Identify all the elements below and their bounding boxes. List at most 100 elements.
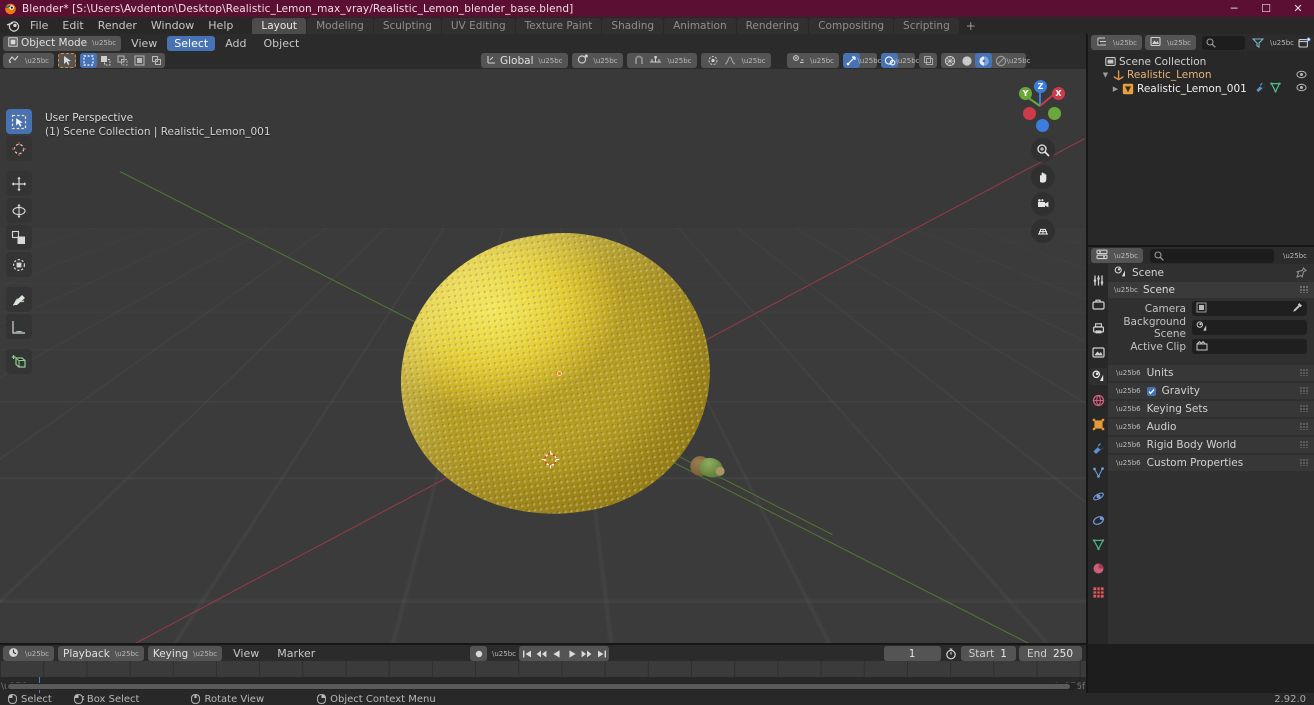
gravity-panel-header[interactable]: \u25b6 Gravity [1108, 383, 1314, 399]
auto-keying-record-icon[interactable] [470, 646, 487, 661]
outliner-row-scene-collection[interactable]: Scene Collection [1088, 55, 1314, 69]
current-frame-input[interactable]: 1 [883, 646, 941, 661]
filter-chevron-down-icon[interactable]: \u25bc [1270, 39, 1294, 47]
properties-tab-scene[interactable] [1089, 368, 1107, 385]
ortho-persp-icon[interactable] [1031, 219, 1055, 243]
gizmo-axis-z[interactable]: Z [1034, 80, 1047, 93]
horizontal-area-splitter[interactable] [0, 643, 1086, 645]
active-tool-indicator[interactable] [58, 53, 76, 68]
pin-icon[interactable] [1296, 267, 1307, 281]
gizmo-axis-x[interactable]: X [1052, 87, 1065, 100]
tab-shading[interactable]: Shading [602, 17, 664, 34]
cursor-3d-icon[interactable] [6, 136, 32, 161]
modifier-wrench-icon[interactable] [1255, 82, 1266, 96]
end-frame-field[interactable]: End 250 [1018, 646, 1082, 661]
properties-tab-texture[interactable] [1089, 584, 1107, 601]
select-subtract-mode[interactable] [114, 53, 131, 68]
menu-render[interactable]: Render [91, 17, 144, 34]
snap-increment-icon[interactable] [649, 54, 663, 67]
properties-tab-tool[interactable] [1089, 272, 1107, 289]
tab-rendering[interactable]: Rendering [736, 17, 809, 34]
timeline-channel-strip[interactable] [0, 661, 1086, 677]
gizmo-axis-y[interactable]: Y [1019, 87, 1032, 100]
gizmo-axis-neg-z[interactable] [1036, 119, 1049, 132]
mesh-data-icon[interactable] [1270, 82, 1281, 96]
timeline-menu-view[interactable]: View [226, 645, 266, 662]
outliner-row-realistic-lemon[interactable]: ▼ Realistic_Lemon [1088, 69, 1314, 83]
maximize-button[interactable]: ☐ [1250, 0, 1282, 17]
tab-layout[interactable]: Layout [252, 17, 307, 34]
active-clip-field[interactable] [1192, 339, 1307, 354]
minimize-button[interactable]: ─ [1218, 0, 1250, 17]
visibility-dropdown[interactable]: \u25bc [787, 53, 839, 68]
tab-sculpting[interactable]: Sculpting [373, 17, 441, 34]
gizmo-options-chevron[interactable]: \u25bc [858, 53, 882, 68]
visibility-eye-icon[interactable] [1296, 70, 1307, 82]
select-box-icon[interactable] [6, 109, 32, 134]
background-scene-field[interactable] [1192, 320, 1307, 335]
properties-tab-constraints[interactable] [1089, 512, 1107, 529]
properties-tab-output[interactable] [1089, 320, 1107, 337]
properties-tab-world[interactable] [1089, 392, 1107, 409]
pan-hand-icon[interactable] [1031, 165, 1055, 189]
annotate-pen-icon[interactable] [6, 287, 32, 312]
rotate-icon[interactable] [6, 198, 32, 223]
wireframe-shading-button[interactable] [941, 53, 958, 68]
viewport-menu-object[interactable]: Object [257, 35, 307, 52]
visibility-eye-icon[interactable] [1296, 83, 1307, 95]
tab-uv-editing[interactable]: UV Editing [441, 17, 515, 34]
units-panel-header[interactable]: \u25b6 Units [1108, 365, 1314, 381]
close-button[interactable]: ✕ [1282, 0, 1314, 17]
jump-to-start-icon[interactable] [519, 646, 534, 661]
editor-type-dropdown[interactable]: \u25bc [3, 53, 54, 68]
properties-tab-render[interactable] [1089, 296, 1107, 313]
properties-tab-object-data[interactable] [1089, 536, 1107, 553]
material-preview-shading-button[interactable] [975, 53, 992, 68]
camera-field[interactable] [1192, 301, 1307, 316]
disclosure-triangle[interactable]: ▶ [1110, 85, 1121, 93]
timeline-editor-type-dropdown[interactable]: \u25bc [3, 646, 54, 661]
properties-tab-modifiers[interactable] [1089, 440, 1107, 457]
audio-panel-header[interactable]: \u25b6 Audio [1108, 419, 1314, 435]
outliner-filter-id-dropdown[interactable]: \u25bc [1145, 35, 1196, 50]
properties-tab-particles[interactable] [1089, 464, 1107, 481]
gravity-checkbox[interactable] [1146, 386, 1156, 396]
move-icon[interactable] [6, 171, 32, 196]
auto-keying-chevron-down-icon[interactable]: \u25bc [492, 650, 516, 658]
properties-editor-type-dropdown[interactable]: \u25bc [1091, 248, 1143, 263]
overlay-options-chevron[interactable]: \u25bc [896, 53, 920, 68]
gizmo-axis-neg-x[interactable] [1023, 107, 1036, 120]
blender-logo[interactable] [3, 18, 23, 33]
snap-magnet-icon[interactable] [632, 54, 646, 67]
select-invert-mode[interactable] [131, 53, 148, 68]
keying-sets-panel-header[interactable]: \u25b6 Keying Sets [1108, 401, 1314, 417]
rigid-body-world-panel-header[interactable]: \u25b6 Rigid Body World [1108, 437, 1314, 453]
viewport-menu-add[interactable]: Add [218, 35, 253, 52]
viewport-menu-view[interactable]: View [124, 35, 164, 52]
tab-scripting[interactable]: Scripting [894, 17, 959, 34]
custom-properties-panel-header[interactable]: \u25b6 Custom Properties [1108, 455, 1314, 471]
snapping-controls[interactable]: \u25bc [626, 53, 697, 68]
viewport-menu-select[interactable]: Select [167, 35, 216, 51]
properties-tab-view-layer[interactable] [1089, 344, 1107, 361]
vertical-area-splitter[interactable] [1086, 34, 1088, 693]
pivot-point-dropdown[interactable]: \u25bc [571, 53, 623, 68]
tab-modeling[interactable]: Modeling [307, 17, 373, 34]
solid-shading-button[interactable] [958, 53, 975, 68]
proportional-edit-icon[interactable] [706, 54, 720, 67]
stopwatch-icon[interactable] [944, 647, 958, 660]
add-cube-icon[interactable] [6, 349, 32, 374]
timeline-menu-playback[interactable]: Playback \u25bc [58, 646, 144, 661]
jump-to-end-icon[interactable] [594, 646, 609, 661]
start-frame-field[interactable]: Start 1 [960, 646, 1016, 661]
viewport-canvas[interactable]: User Perspective (1) Scene Collection | … [0, 69, 1086, 644]
timeline-horizontal-scrollbar[interactable] [6, 683, 1078, 690]
falloff-curve-icon[interactable] [723, 54, 737, 67]
proportional-editing-controls[interactable]: \u25bc [700, 53, 771, 68]
camera-view-icon[interactable] [1031, 192, 1055, 216]
tab-texture-paint[interactable]: Texture Paint [515, 17, 602, 34]
shading-options-chevron[interactable]: \u25bc [1007, 53, 1031, 68]
menu-edit[interactable]: Edit [55, 17, 90, 34]
filter-funnel-icon[interactable] [1251, 36, 1265, 49]
properties-options-chevron-down-icon[interactable]: \u25bc [1283, 252, 1307, 260]
